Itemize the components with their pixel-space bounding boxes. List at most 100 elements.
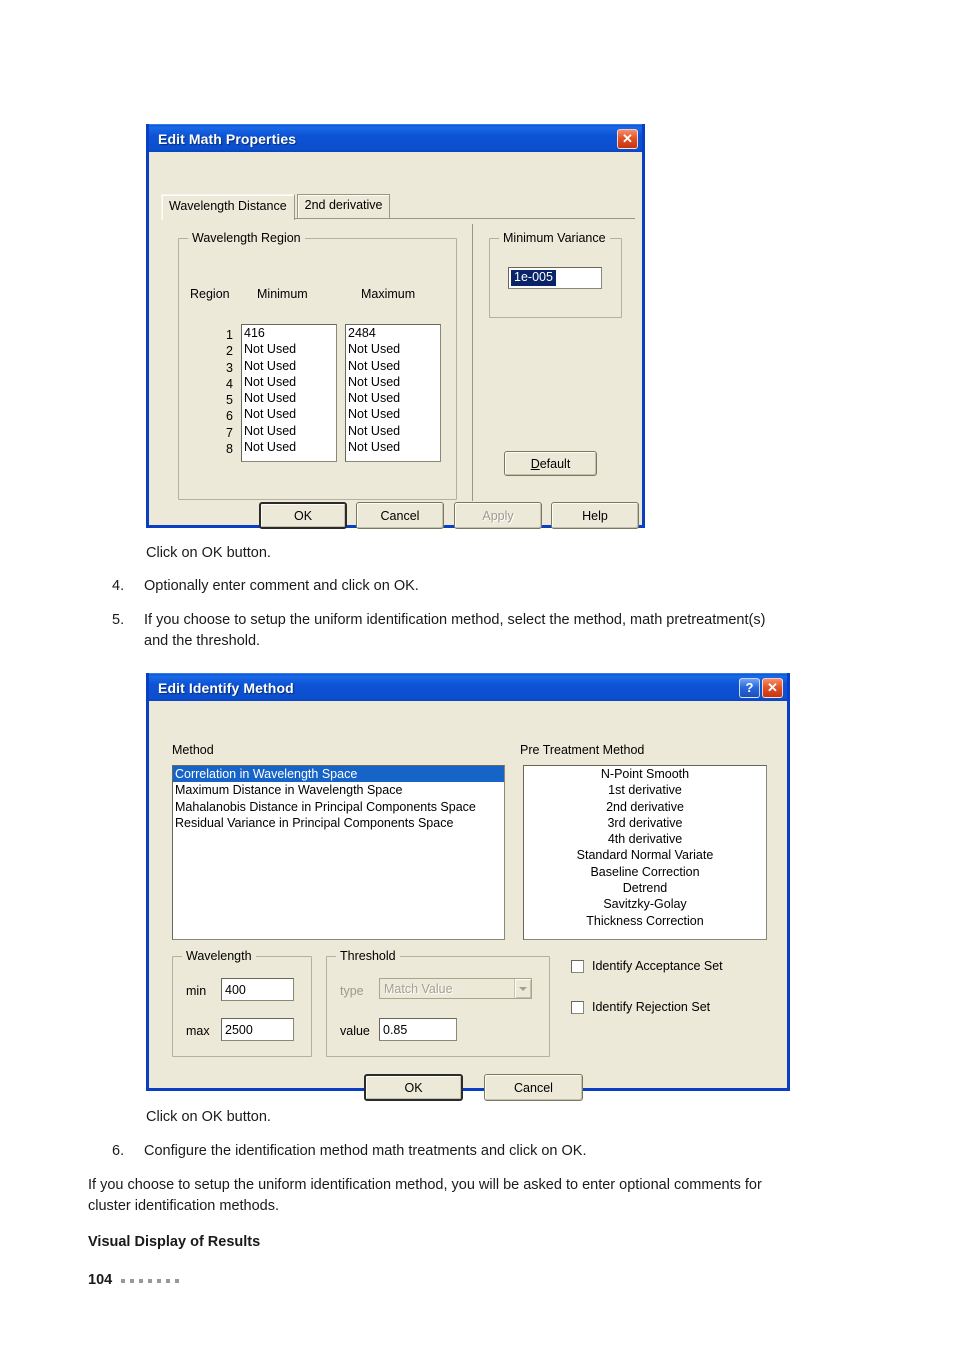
wavelength-region-legend: Wavelength Region <box>188 231 305 245</box>
region-index: 1 <box>226 328 233 342</box>
maximum-cell[interactable]: Not Used <box>346 406 440 422</box>
pre-treatment-list-item[interactable]: 2nd derivative <box>524 799 766 815</box>
method-list[interactable]: Correlation in Wavelength Space Maximum … <box>172 765 505 940</box>
minimum-variance-value: 1e-005 <box>511 269 556 287</box>
pre-treatment-list-item[interactable]: Standard Normal Variate <box>524 847 766 863</box>
minimum-cell[interactable]: 416 <box>242 325 336 341</box>
column-header-region: Region <box>190 287 230 301</box>
threshold-type-select: Match Value <box>379 978 532 999</box>
pre-treatment-list-item[interactable]: Thickness Correction <box>524 913 766 929</box>
step-6-text: Configure the identification method math… <box>144 1143 587 1159</box>
method-list-item[interactable]: Mahalanobis Distance in Principal Compon… <box>173 799 504 815</box>
ok-button[interactable]: OK <box>364 1074 463 1101</box>
region-index: 8 <box>226 442 233 457</box>
region-index: 5 <box>226 393 233 408</box>
minimum-values-list[interactable]: 416 Not Used Not Used Not Used Not Used … <box>241 324 337 462</box>
page-footer: 104 <box>88 1272 180 1288</box>
pre-treatment-list-item[interactable]: Savitzky-Golay <box>524 896 766 912</box>
pre-treatment-list-item[interactable]: Baseline Correction <box>524 864 766 880</box>
minimum-cell[interactable]: Not Used <box>242 358 336 374</box>
step-4-number: 4. <box>112 578 125 594</box>
step-4-text: Optionally enter comment and click on OK… <box>144 578 419 594</box>
ok-button[interactable]: OK <box>259 502 347 529</box>
default-button-label: Default <box>530 456 571 471</box>
region-index: 3 <box>226 360 233 375</box>
method-list-item[interactable]: Residual Variance in Principal Component… <box>173 815 504 831</box>
wavelength-max-input[interactable]: 2500 <box>221 1018 294 1041</box>
step-4: 4. Optionally enter comment and click on… <box>112 576 802 597</box>
threshold-value-input[interactable]: 0.85 <box>379 1018 457 1041</box>
threshold-value-label: value <box>340 1024 370 1038</box>
region-index: 4 <box>226 376 233 391</box>
minimum-variance-legend: Minimum Variance <box>499 231 610 245</box>
edit-identify-method-dialog: Edit Identify Method ? ✕ Method Pre Trea… <box>146 673 790 1101</box>
wavelength-max-label: max <box>186 1024 210 1038</box>
close-icon[interactable]: ✕ <box>762 677 783 698</box>
panel-divider <box>472 224 473 501</box>
threshold-type-value: Match Value <box>384 981 453 996</box>
identify-acceptance-set-checkbox[interactable]: Identify Acceptance Set <box>571 959 723 973</box>
help-icon[interactable]: ? <box>739 677 760 698</box>
pre-treatment-list[interactable]: N-Point Smooth 1st derivative 2nd deriva… <box>523 765 767 940</box>
minimum-cell[interactable]: Not Used <box>242 423 336 439</box>
edit-math-properties-dialog: Edit Math Properties ✕ Wavelength Distan… <box>146 124 645 529</box>
maximum-cell[interactable]: 2484 <box>346 325 440 341</box>
identify-rejection-set-checkbox[interactable]: Identify Rejection Set <box>571 1000 710 1014</box>
caption-click-ok-2: Click on OK button. <box>146 1109 271 1125</box>
step-5-number: 5. <box>112 612 125 628</box>
dialog2-body: Method Pre Treatment Method Correlation … <box>149 701 787 1116</box>
maximum-cell[interactable]: Not Used <box>346 374 440 390</box>
tab-2nd-derivative[interactable]: 2nd derivative <box>296 194 391 218</box>
maximum-cell[interactable]: Not Used <box>346 423 440 439</box>
minimum-variance-input[interactable]: 1e-005 <box>508 267 602 289</box>
help-button[interactable]: Help <box>551 502 639 529</box>
wavelength-region-group: Wavelength Region Region Minimum Maximum… <box>178 231 457 500</box>
titlebar-buttons: ✕ <box>617 128 638 149</box>
section-heading: Visual Display of Results <box>88 1234 261 1250</box>
minimum-cell[interactable]: Not Used <box>242 390 336 406</box>
step-5-text: If you choose to setup the uniform ident… <box>144 612 766 650</box>
caption-click-ok-1: Click on OK button. <box>146 545 271 561</box>
maximum-cell[interactable]: Not Used <box>346 390 440 406</box>
minimum-cell[interactable]: Not Used <box>242 374 336 390</box>
region-index: 2 <box>226 344 233 359</box>
minimum-cell[interactable]: Not Used <box>242 439 336 455</box>
chevron-down-icon <box>514 979 531 998</box>
threshold-group: Threshold type Match Value value 0.85 <box>326 949 550 1057</box>
threshold-legend: Threshold <box>336 949 400 963</box>
dialog2-titlebar-buttons: ? ✕ <box>739 677 783 698</box>
close-icon[interactable]: ✕ <box>617 128 638 149</box>
method-list-item[interactable]: Maximum Distance in Wavelength Space <box>173 782 504 798</box>
closing-paragraph: If you choose to setup the uniform ident… <box>88 1177 762 1215</box>
maximum-values-list[interactable]: 2484 Not Used Not Used Not Used Not Used… <box>345 324 441 462</box>
minimum-cell[interactable]: Not Used <box>242 406 336 422</box>
cancel-button[interactable]: Cancel <box>484 1074 583 1101</box>
dialog2-titlebar: Edit Identify Method ? ✕ <box>149 673 787 701</box>
checkbox-box[interactable] <box>571 1000 584 1014</box>
pre-treatment-list-item[interactable]: Detrend <box>524 880 766 896</box>
identify-rejection-set-label: Identify Rejection Set <box>592 1000 711 1014</box>
tab-wavelength-distance[interactable]: Wavelength Distance <box>161 194 295 220</box>
maximum-cell[interactable]: Not Used <box>346 358 440 374</box>
dialog-titlebar: Edit Math Properties ✕ <box>149 124 642 152</box>
pre-treatment-list-item[interactable]: 1st derivative <box>524 782 766 798</box>
identify-acceptance-set-label: Identify Acceptance Set <box>592 959 723 973</box>
pre-treatment-list-item[interactable]: 3rd derivative <box>524 815 766 831</box>
checkbox-box[interactable] <box>571 959 584 973</box>
step-6: 6. Configure the identification method m… <box>112 1141 812 1162</box>
wavelength-min-input[interactable]: 400 <box>221 978 294 1001</box>
minimum-cell[interactable]: Not Used <box>242 341 336 357</box>
method-list-item[interactable]: Correlation in Wavelength Space <box>173 766 504 783</box>
pre-treatment-list-item[interactable]: 4th derivative <box>524 831 766 847</box>
wavelength-legend: Wavelength <box>182 949 256 963</box>
page-number: 104 <box>88 1272 113 1288</box>
region-index-column: 1 2 3 4 5 6 7 8 <box>207 327 233 457</box>
cancel-button[interactable]: Cancel <box>356 502 444 529</box>
default-button[interactable]: Default <box>504 451 597 476</box>
dialog2-title: Edit Identify Method <box>158 679 294 696</box>
pre-treatment-list-item[interactable]: N-Point Smooth <box>524 766 766 782</box>
threshold-type-label: type <box>340 984 364 998</box>
maximum-cell[interactable]: Not Used <box>346 341 440 357</box>
dialog-title: Edit Math Properties <box>158 130 297 147</box>
maximum-cell[interactable]: Not Used <box>346 439 440 455</box>
